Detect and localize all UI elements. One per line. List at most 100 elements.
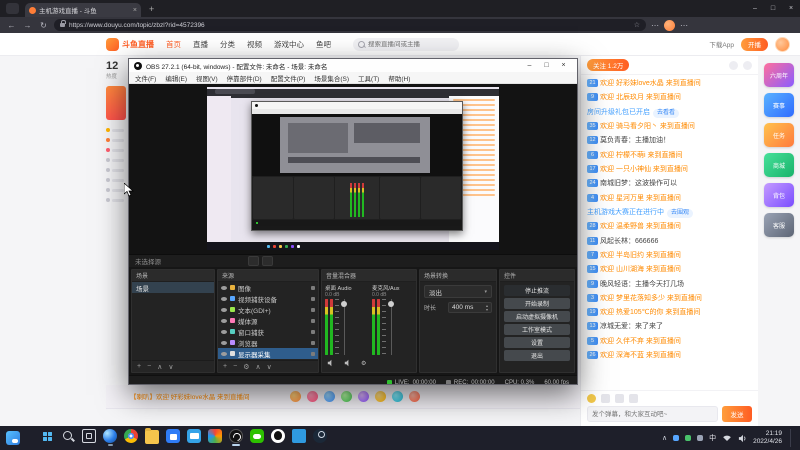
url-box[interactable]: https://www.douyu.com/topic/zbzl?rid=457… bbox=[54, 19, 646, 31]
obs-menu-item[interactable]: 帮助(H) bbox=[388, 73, 410, 83]
tray-app-icon[interactable] bbox=[685, 435, 692, 441]
volume-slider[interactable] bbox=[388, 299, 394, 355]
visibility-eye-icon[interactable] bbox=[221, 307, 227, 312]
source-lock-icon[interactable] bbox=[311, 340, 315, 345]
source-down-icon[interactable]: ∨ bbox=[267, 363, 272, 371]
gift-icon[interactable] bbox=[323, 390, 335, 402]
visibility-eye-icon[interactable] bbox=[221, 285, 227, 290]
bookmark-star-icon[interactable]: ☆ bbox=[634, 21, 640, 29]
anchor-card[interactable] bbox=[106, 86, 126, 120]
volume-icon[interactable] bbox=[738, 434, 747, 443]
show-desktop-button[interactable] bbox=[790, 429, 794, 447]
source-lock-icon[interactable] bbox=[311, 329, 315, 334]
download-app-link[interactable]: 下载App bbox=[709, 39, 734, 49]
obs-menu-item[interactable]: 工具(T) bbox=[358, 73, 379, 83]
wifi-icon[interactable] bbox=[722, 434, 732, 442]
gift-icon[interactable] bbox=[374, 390, 386, 402]
obs-control-button[interactable]: 退出 bbox=[504, 350, 570, 361]
source-lock-icon[interactable] bbox=[311, 307, 315, 312]
obs-close-button[interactable]: × bbox=[555, 62, 572, 69]
obs-control-button[interactable]: 工作室模式 bbox=[504, 324, 570, 335]
tray-app-icon[interactable] bbox=[697, 435, 704, 441]
gift-icon[interactable] bbox=[289, 390, 301, 402]
site-search[interactable] bbox=[353, 37, 459, 51]
window-close-button[interactable]: × bbox=[782, 0, 800, 17]
obs-menu-item[interactable]: 场景集合(S) bbox=[314, 73, 349, 83]
obs-taskbar-icon[interactable] bbox=[229, 429, 243, 443]
chrome-icon[interactable] bbox=[124, 429, 138, 443]
transition-select[interactable]: 淡出 ▾ bbox=[424, 285, 492, 298]
extensions-icon[interactable]: ⋯ bbox=[651, 21, 659, 30]
chat-settings-icon[interactable] bbox=[729, 60, 738, 70]
speaker-icon[interactable] bbox=[344, 359, 352, 367]
visibility-eye-icon[interactable] bbox=[221, 351, 227, 356]
widgets-weather-icon[interactable] bbox=[6, 431, 20, 445]
emoji-icon[interactable] bbox=[587, 394, 596, 403]
taskbar-search-icon[interactable] bbox=[61, 429, 75, 443]
send-button[interactable]: 发送 bbox=[722, 406, 752, 422]
activity-banner[interactable]: 客服 bbox=[764, 213, 794, 237]
obs-control-button[interactable]: 停止推流 bbox=[504, 285, 570, 296]
mixer-gear-icon[interactable]: ⚙ bbox=[361, 360, 366, 367]
chat-style-icon[interactable] bbox=[629, 394, 638, 403]
source-lock-icon[interactable] bbox=[311, 285, 315, 290]
chat-action-button[interactable]: 去围观 bbox=[667, 208, 694, 218]
steam-icon[interactable] bbox=[313, 429, 327, 443]
browser-tab[interactable]: 主机游戏直播 - 斗鱼 × bbox=[25, 3, 141, 17]
nav-item[interactable]: 首页 bbox=[166, 39, 181, 50]
horn-icon[interactable] bbox=[615, 394, 624, 403]
window-maximize-button[interactable]: □ bbox=[764, 0, 782, 17]
activity-banner[interactable]: 背包 bbox=[764, 183, 794, 207]
obs-menu-item[interactable]: 编辑(E) bbox=[165, 73, 187, 83]
obs-menu-item[interactable]: 文件(F) bbox=[135, 73, 156, 83]
mail-icon[interactable] bbox=[187, 429, 201, 443]
activity-banner[interactable]: 六周年 bbox=[764, 63, 794, 87]
visibility-eye-icon[interactable] bbox=[221, 296, 227, 301]
duration-field[interactable]: 400 ms ▴ ▾ bbox=[448, 302, 492, 313]
back-icon[interactable]: ← bbox=[6, 21, 17, 30]
browser-profile-avatar[interactable] bbox=[664, 19, 675, 31]
search-input[interactable] bbox=[368, 40, 442, 48]
rank-row[interactable] bbox=[106, 158, 127, 162]
tab-actions-icon[interactable] bbox=[6, 3, 19, 14]
activity-banner[interactable]: 任务 bbox=[764, 123, 794, 147]
obs-control-button[interactable]: 开始录制 bbox=[504, 298, 570, 309]
microsoft-store-icon[interactable] bbox=[166, 429, 180, 443]
obs-control-button[interactable]: 启动虚拟摄像机 bbox=[504, 311, 570, 322]
source-row[interactable]: 显示器采集 bbox=[218, 348, 318, 359]
rank-row[interactable] bbox=[106, 178, 127, 182]
nav-item[interactable]: 直播 bbox=[193, 39, 208, 50]
add-source-icon[interactable]: + bbox=[223, 363, 227, 370]
rank-row[interactable] bbox=[106, 138, 127, 142]
gift-icon[interactable] bbox=[357, 390, 369, 402]
visibility-eye-icon[interactable] bbox=[221, 340, 227, 345]
gift-icon[interactable] bbox=[306, 390, 318, 402]
obs-control-button[interactable]: 设置 bbox=[504, 337, 570, 348]
visibility-eye-icon[interactable] bbox=[221, 318, 227, 323]
source-row[interactable]: 文本(GDI+) bbox=[218, 304, 318, 315]
refresh-icon[interactable]: ↻ bbox=[38, 21, 49, 30]
task-view-icon[interactable] bbox=[82, 429, 96, 443]
wechat-icon[interactable] bbox=[250, 429, 264, 443]
source-properties-button[interactable] bbox=[248, 256, 259, 266]
nav-item[interactable]: 分类 bbox=[220, 39, 235, 50]
gift-icon[interactable] bbox=[408, 390, 420, 402]
new-tab-button[interactable]: + bbox=[149, 4, 154, 14]
obs-menu-item[interactable]: 配置文件(P) bbox=[271, 73, 306, 83]
qq-icon[interactable] bbox=[271, 429, 285, 443]
chat-action-button[interactable]: 去看看 bbox=[653, 108, 680, 118]
remove-source-icon[interactable]: − bbox=[233, 363, 237, 370]
add-scene-icon[interactable]: + bbox=[137, 363, 141, 370]
user-avatar[interactable] bbox=[775, 36, 790, 52]
source-filters-button[interactable] bbox=[262, 256, 273, 266]
source-row[interactable]: 浏览器 bbox=[218, 337, 318, 348]
scene-down-icon[interactable]: ∨ bbox=[168, 363, 173, 371]
source-lock-icon[interactable] bbox=[311, 296, 315, 301]
source-row[interactable]: 窗口捕获 bbox=[218, 326, 318, 337]
go-live-button[interactable]: 开播 bbox=[741, 37, 768, 51]
ime-indicator[interactable]: 中 bbox=[709, 433, 716, 443]
browser-menu-icon[interactable]: ⋯ bbox=[680, 21, 688, 30]
scene-up-icon[interactable]: ∧ bbox=[157, 363, 162, 371]
tray-chevron-icon[interactable]: ∧ bbox=[662, 434, 667, 442]
rank-row[interactable] bbox=[106, 198, 127, 202]
